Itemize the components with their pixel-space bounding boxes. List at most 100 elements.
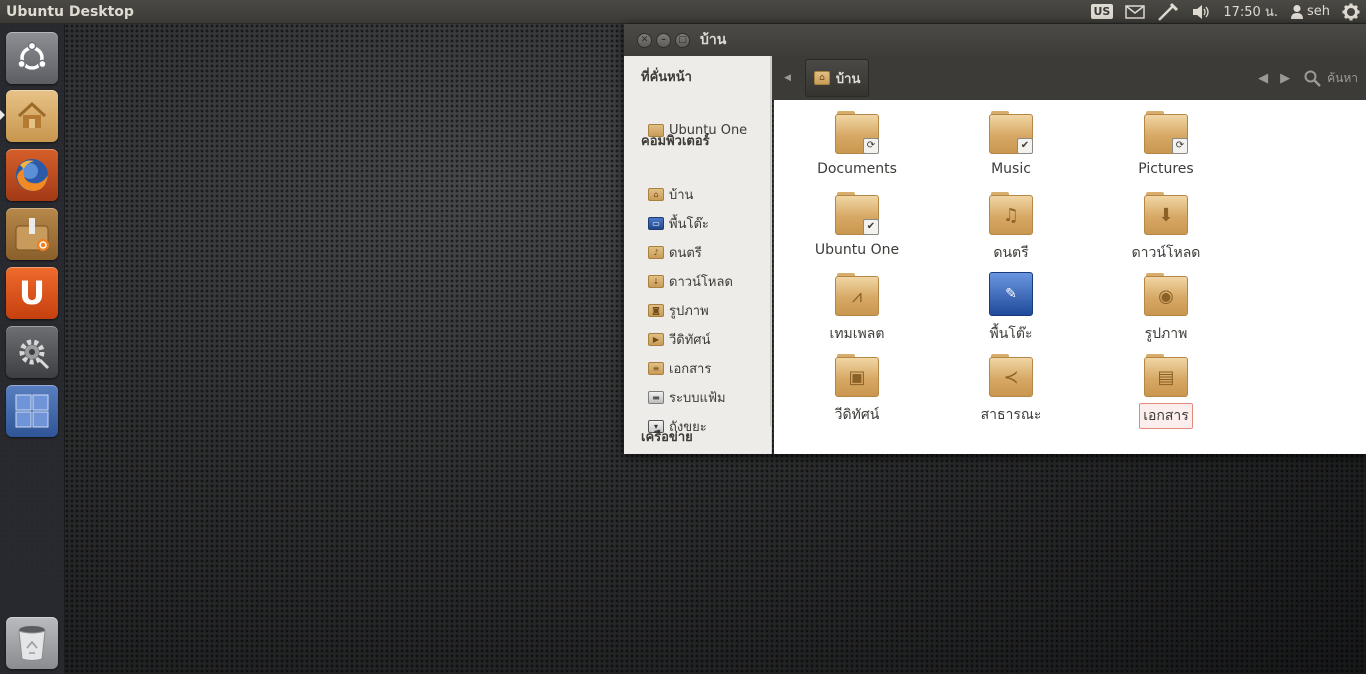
sidebar-item-music[interactable]: ♪ ดนตรี [648,241,768,263]
maximize-button[interactable]: □ [675,32,690,48]
file-label: Documents [817,161,897,177]
sidebar-item-label: บ้าน [669,187,694,203]
launcher-firefox[interactable] [6,149,58,201]
network-header: เครือข่าย [641,430,693,445]
close-button[interactable]: ✕ [637,32,652,48]
sidebar-item-pictures[interactable]: ◙ รูปภาพ [648,299,768,321]
sidebar-item-downloads[interactable]: ↓ ดาวน์โหลด [648,270,768,292]
home-folder-icon: ⌂ [813,71,830,85]
forward-arrow-icon[interactable]: ▶ [1280,71,1290,86]
launcher-ubuntu-dash[interactable] [6,32,58,84]
minimize-button[interactable]: – [656,32,671,48]
keyboard-layout-label: US [1090,4,1114,19]
templates-folder-icon: ⩘ [835,276,879,316]
file-item[interactable]: ◉ รูปภาพ [1111,272,1221,352]
launcher-workspace-switcher[interactable] [6,385,58,437]
file-item[interactable]: ♫ ดนตรี [956,191,1066,271]
desktop-icon: ▭ [648,216,664,230]
documents-folder-icon: ≡ [648,361,664,375]
file-label: วีดิทัศน์ [834,407,880,423]
sidebar-item-label: พื้นโต๊ะ [669,216,709,232]
session-indicator[interactable] [1342,3,1360,21]
file-item[interactable]: ✎ พื้นโต๊ะ [956,272,1066,352]
places-sidebar: ที่คั่นหน้า Ubuntu One คอมพิวเตอร์ ⌂ บ้า… [624,56,772,454]
location-home-button[interactable]: ⌂ บ้าน [804,59,870,97]
bookmarks-header: ที่คั่นหน้า [641,70,692,85]
launcher-system-settings[interactable] [6,326,58,378]
running-indicator [0,110,5,120]
envelope-icon [1125,4,1146,19]
search-label: ค้นหา [1327,70,1358,85]
public-folder-icon: ≺ [989,357,1033,397]
file-label: เทมเพลต [829,326,885,342]
sidebar-item-videos[interactable]: ▶ วีดิทัศน์ [648,328,768,350]
keyboard-indicator[interactable]: US [1090,4,1114,19]
desktop-folder-icon: ✎ [989,272,1033,316]
clock-indicator[interactable]: 17:50 น. [1223,1,1278,22]
sidebar-item-label: รูปภาพ [669,303,709,319]
search-button[interactable]: ค้นหา [1304,69,1358,88]
pictures-folder-icon: ◉ [1144,276,1188,316]
user-indicator[interactable]: seh [1290,4,1330,19]
file-item[interactable]: ⟳ Documents [802,110,912,190]
sidebar-item-desktop[interactable]: ▭ พื้นโต๊ะ [648,212,768,234]
messaging-indicator[interactable] [1125,4,1146,19]
network-wired-icon [1158,2,1179,21]
sync-emblem-icon: ⟳ [863,138,879,154]
file-item[interactable]: ✔ Music [956,110,1066,190]
window-toolbar: ◀ ⌂ บ้าน ◀ ▶ ค้นหา [772,56,1366,100]
file-item[interactable]: ✔ Ubuntu One [802,191,912,271]
documents-folder-icon: ▤ [1144,357,1188,397]
file-label: เอกสาร [1139,403,1193,429]
launcher-software-center[interactable] [6,208,58,260]
sidebar-item-label: ระบบแฟ้ม [669,390,726,406]
minimize-icon: – [661,34,666,45]
file-label: ดาวน์โหลด [1131,245,1201,261]
file-label: พื้นโต๊ะ [989,326,1033,342]
pictures-folder-icon: ◙ [648,303,664,317]
sidebar-item-label: วีดิทัศน์ [669,332,711,348]
computer-header: คอมพิวเตอร์ [641,134,710,149]
download-folder-icon: ↓ [648,274,664,288]
sidebar-item-home[interactable]: ⌂ บ้าน [648,183,768,205]
location-label: บ้าน [835,71,861,87]
file-item[interactable]: ▣ วีดิทัศน์ [802,353,912,433]
indicator-area: US 17:50 น. seh [1085,0,1366,24]
back-arrow-icon[interactable]: ◀ [1258,71,1268,86]
file-label: รูปภาพ [1144,326,1188,342]
user-name: seh [1306,4,1330,19]
music-folder-icon: ♫ [989,195,1033,235]
panel-title: Ubuntu Desktop [6,3,134,20]
trash-icon [18,626,46,661]
location-back-arrow-icon[interactable]: ◀ [784,73,791,83]
launcher: U [0,24,65,674]
file-label: สาธารณะ [980,407,1042,423]
file-item-selected[interactable]: ▤ เอกสาร [1111,353,1221,433]
launcher-ubuntu-one[interactable]: U [6,267,58,319]
videos-folder-icon: ▣ [835,357,879,397]
gear-icon [1342,3,1360,20]
workspace-switcher-icon [15,394,49,428]
check-emblem-icon: ✔ [863,219,879,235]
window-title: บ้าน [700,32,727,48]
filesystem-icon: ▬ [648,390,664,404]
close-icon: ✕ [640,34,649,45]
file-item[interactable]: ⬇ ดาวน์โหลด [1111,191,1221,271]
file-item[interactable]: ≺ สาธารณะ [956,353,1066,433]
sidebar-item-filesystem[interactable]: ▬ ระบบแฟ้ม [648,386,768,408]
sidebar-item-documents[interactable]: ≡ เอกสาร [648,357,768,379]
file-item[interactable]: ⩘ เทมเพลต [802,272,912,352]
file-label: Music [991,161,1031,177]
file-item[interactable]: ⟳ Pictures [1111,110,1221,190]
sidebar-scrollbar[interactable] [770,56,771,426]
launcher-home-folder[interactable] [6,90,58,142]
network-indicator[interactable] [1157,2,1179,22]
firefox-icon [16,159,48,191]
window-titlebar[interactable]: ✕ – □ บ้าน [624,24,1366,56]
launcher-trash[interactable] [6,617,58,669]
sound-indicator[interactable] [1191,4,1211,20]
videos-folder-icon: ▶ [648,332,664,346]
software-center-icon [15,218,49,251]
file-icon-view[interactable]: ⟳ Documents ✔ Music ⟳ Pictures ✔ Ubuntu … [774,100,1366,454]
file-manager-window: ✕ – □ บ้าน ที่คั่นหน้า Ubuntu One คอมพิว… [624,24,1366,454]
